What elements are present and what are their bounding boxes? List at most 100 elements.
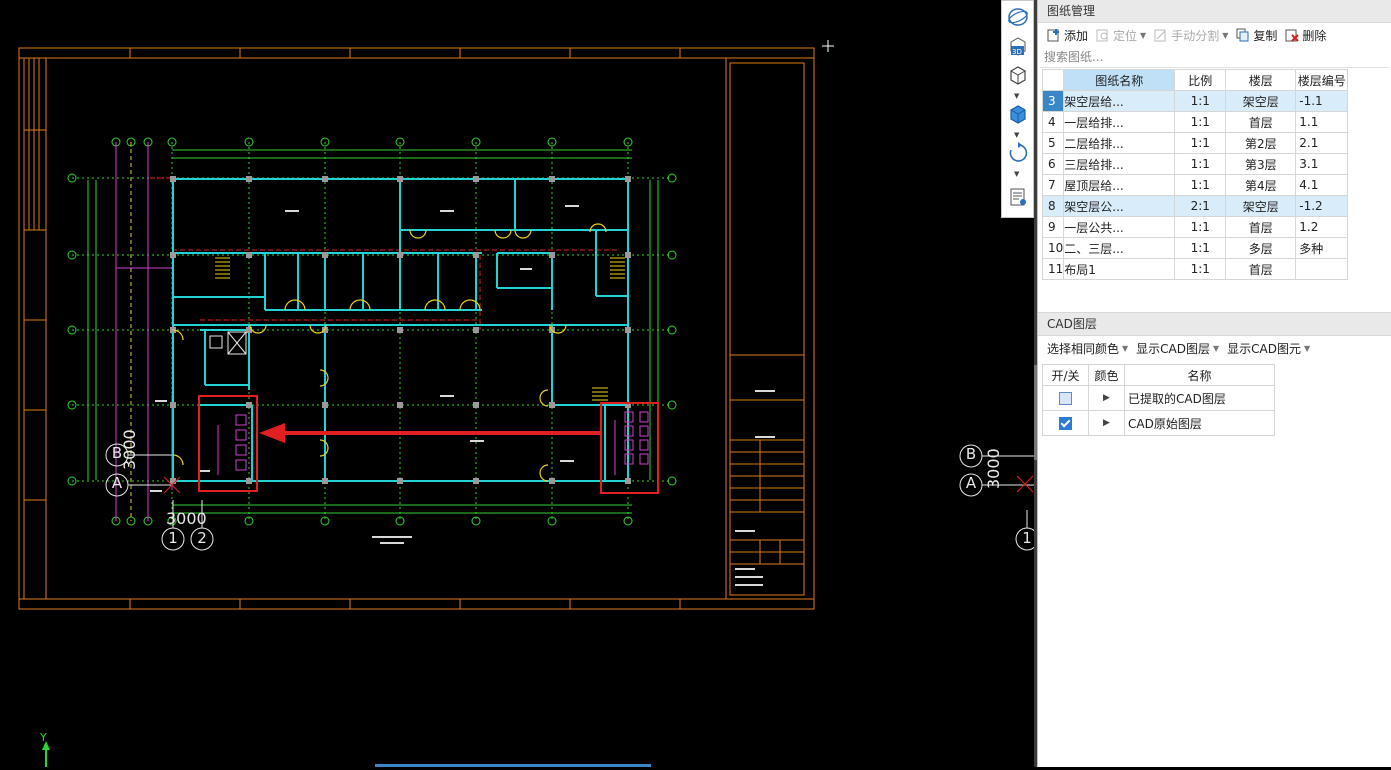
3d-text: 3D	[1012, 48, 1022, 56]
manual-split-button[interactable]: 手动分割 ▼	[1151, 25, 1231, 45]
layer-row[interactable]: ▶ CAD原始图层	[1042, 410, 1275, 436]
row-name: 架空层公...	[1063, 195, 1176, 217]
cad-drawing	[18, 40, 1039, 767]
header-toggle: 开/关	[1042, 364, 1089, 386]
3d-view-icon[interactable]: 3D	[1006, 34, 1030, 58]
chevron-down-icon[interactable]: ▼	[1014, 132, 1022, 139]
cad-layer-title: CAD图层	[1038, 312, 1391, 336]
axis-label-2: 2	[197, 529, 207, 547]
cube-blue-icon[interactable]	[1006, 102, 1030, 126]
manual-split-label: 手动分割	[1171, 28, 1220, 43]
row-number: 5	[1041, 132, 1065, 154]
orbit-icon[interactable]	[1006, 5, 1030, 29]
add-button[interactable]: 添加	[1044, 25, 1091, 45]
delete-label: 删除	[1302, 28, 1327, 43]
row-floor: 第2层	[1225, 132, 1297, 154]
table-row[interactable]: 10 二、三层... 1:1 多层 多种	[1041, 237, 1349, 259]
table-row[interactable]: 7 屋顶层给... 1:1 第4层 4.1	[1041, 174, 1349, 196]
row-name: 一层给排...	[1063, 111, 1176, 133]
row-floor: 首层	[1225, 216, 1297, 238]
add-icon	[1047, 28, 1061, 42]
caret-down-icon: ▼	[1304, 343, 1311, 353]
rotate-icon[interactable]	[1006, 141, 1030, 165]
frame-ticks	[129, 48, 681, 609]
doors	[172, 223, 607, 482]
table-row[interactable]: 6 三层给排... 1:1 第3层 3.1	[1041, 153, 1349, 175]
axis-label-A: A	[111, 474, 123, 492]
copy-button[interactable]: 复制	[1233, 25, 1280, 45]
row-name: 架空层给...	[1063, 90, 1176, 112]
drawing-search-input[interactable]: 搜索图纸...	[1040, 47, 1389, 68]
header-drawing-name[interactable]: 图纸名称	[1063, 69, 1176, 91]
layer-visibility-checkbox[interactable]	[1059, 392, 1072, 405]
row-scale: 1:1	[1174, 237, 1227, 259]
caret-down-icon: ▼	[1213, 343, 1220, 353]
row-code: -1.1	[1295, 90, 1349, 112]
row-number: 8	[1041, 195, 1065, 217]
row-number: 3	[1041, 90, 1065, 112]
table-row[interactable]: 9 一层公共... 1:1 首层 1.2	[1041, 216, 1349, 238]
row-number: 6	[1041, 153, 1065, 175]
caret-down-icon: ▼	[1122, 343, 1129, 353]
chevron-down-icon[interactable]: ▼	[1014, 93, 1022, 100]
row-number: 9	[1041, 216, 1065, 238]
locate-label: 定位	[1113, 28, 1138, 43]
row-code: -1.2	[1295, 195, 1349, 217]
expand-arrow-icon[interactable]: ▶	[1088, 385, 1125, 411]
locate-button[interactable]: 定位 ▼	[1093, 25, 1149, 45]
layer-name: CAD原始图层	[1124, 410, 1275, 436]
row-name: 一层公共...	[1063, 216, 1176, 238]
split-icon	[1154, 28, 1168, 42]
row-number: 4	[1041, 111, 1065, 133]
row-name: 二、三层...	[1063, 237, 1176, 259]
layer-name: 已提取的CAD图层	[1124, 385, 1275, 411]
header-scale[interactable]: 比例	[1174, 69, 1227, 91]
row-code: 2.1	[1295, 132, 1349, 154]
pipes	[115, 142, 620, 521]
table-row[interactable]: 3 架空层给... 1:1 架空层 -1.1	[1041, 90, 1349, 112]
chevron-down-icon[interactable]: ▼	[1014, 171, 1022, 178]
cad-drawing-canvas[interactable]: B A 3000 3000 1 2 B A 3000 1 Y	[0, 0, 1039, 767]
row-floor: 第4层	[1225, 174, 1297, 196]
caret-down-icon: ▼	[1140, 30, 1147, 40]
red-cross-right	[1016, 475, 1034, 493]
view-toolbar: 3D ▼ ▼ ▼	[1001, 0, 1034, 218]
table-row[interactable]: 5 二层给排... 1:1 第2层 2.1	[1041, 132, 1349, 154]
layer-visibility-checkbox[interactable]	[1059, 417, 1072, 430]
cube-view-icon[interactable]	[1006, 63, 1030, 87]
show-cad-element-button[interactable]: 显示CAD图元 ▼	[1224, 338, 1313, 358]
right-panel: 图纸管理 添加 定位 ▼ 手动分割 ▼ 复制 删除 搜索图纸... 图纸名称 比…	[1037, 0, 1391, 767]
highlight-boxes	[198, 395, 659, 494]
caret-down-icon: ▼	[1222, 30, 1229, 40]
row-code: 多种	[1295, 237, 1349, 259]
header-floor[interactable]: 楼层	[1225, 69, 1297, 91]
select-same-color-button[interactable]: 选择相同颜色 ▼	[1044, 338, 1131, 358]
header-floor-code[interactable]: 楼层编号	[1295, 69, 1349, 91]
table-row[interactable]: 8 架空层公... 2:1 架空层 -1.2	[1041, 195, 1349, 217]
row-number: 11	[1041, 258, 1065, 280]
row-name: 屋顶层给...	[1063, 174, 1176, 196]
row-scale: 1:1	[1174, 174, 1227, 196]
row-code: 3.1	[1295, 153, 1349, 175]
drawing-table: 图纸名称 比例 楼层 楼层编号 3 架空层给... 1:1 架空层 -1.1 4…	[1041, 69, 1349, 280]
show-cad-layer-label: 显示CAD图层	[1136, 341, 1211, 356]
row-scale: 1:1	[1174, 132, 1227, 154]
layer-list-icon[interactable]	[1006, 185, 1030, 209]
layer-row[interactable]: ▶ 已提取的CAD图层	[1042, 385, 1275, 411]
dimension-horizontal: 3000	[166, 509, 207, 528]
expand-arrow-icon[interactable]: ▶	[1088, 410, 1125, 436]
row-code	[1295, 258, 1349, 280]
show-cad-layer-button[interactable]: 显示CAD图层 ▼	[1133, 338, 1222, 358]
table-header: 图纸名称 比例 楼层 楼层编号	[1041, 69, 1349, 91]
header-name: 名称	[1124, 364, 1275, 386]
drawing-toolbar: 添加 定位 ▼ 手动分割 ▼ 复制 删除	[1038, 23, 1391, 47]
table-row[interactable]: 11 布局1 1:1 首层	[1041, 258, 1349, 280]
row-scale: 1:1	[1174, 111, 1227, 133]
delete-button[interactable]: 删除	[1282, 25, 1329, 45]
copy-icon	[1236, 28, 1250, 42]
table-row[interactable]: 4 一层给排... 1:1 首层 1.1	[1041, 111, 1349, 133]
row-scale: 1:1	[1174, 90, 1227, 112]
row-scale: 1:1	[1174, 216, 1227, 238]
row-floor: 首层	[1225, 258, 1297, 280]
row-code: 1.1	[1295, 111, 1349, 133]
